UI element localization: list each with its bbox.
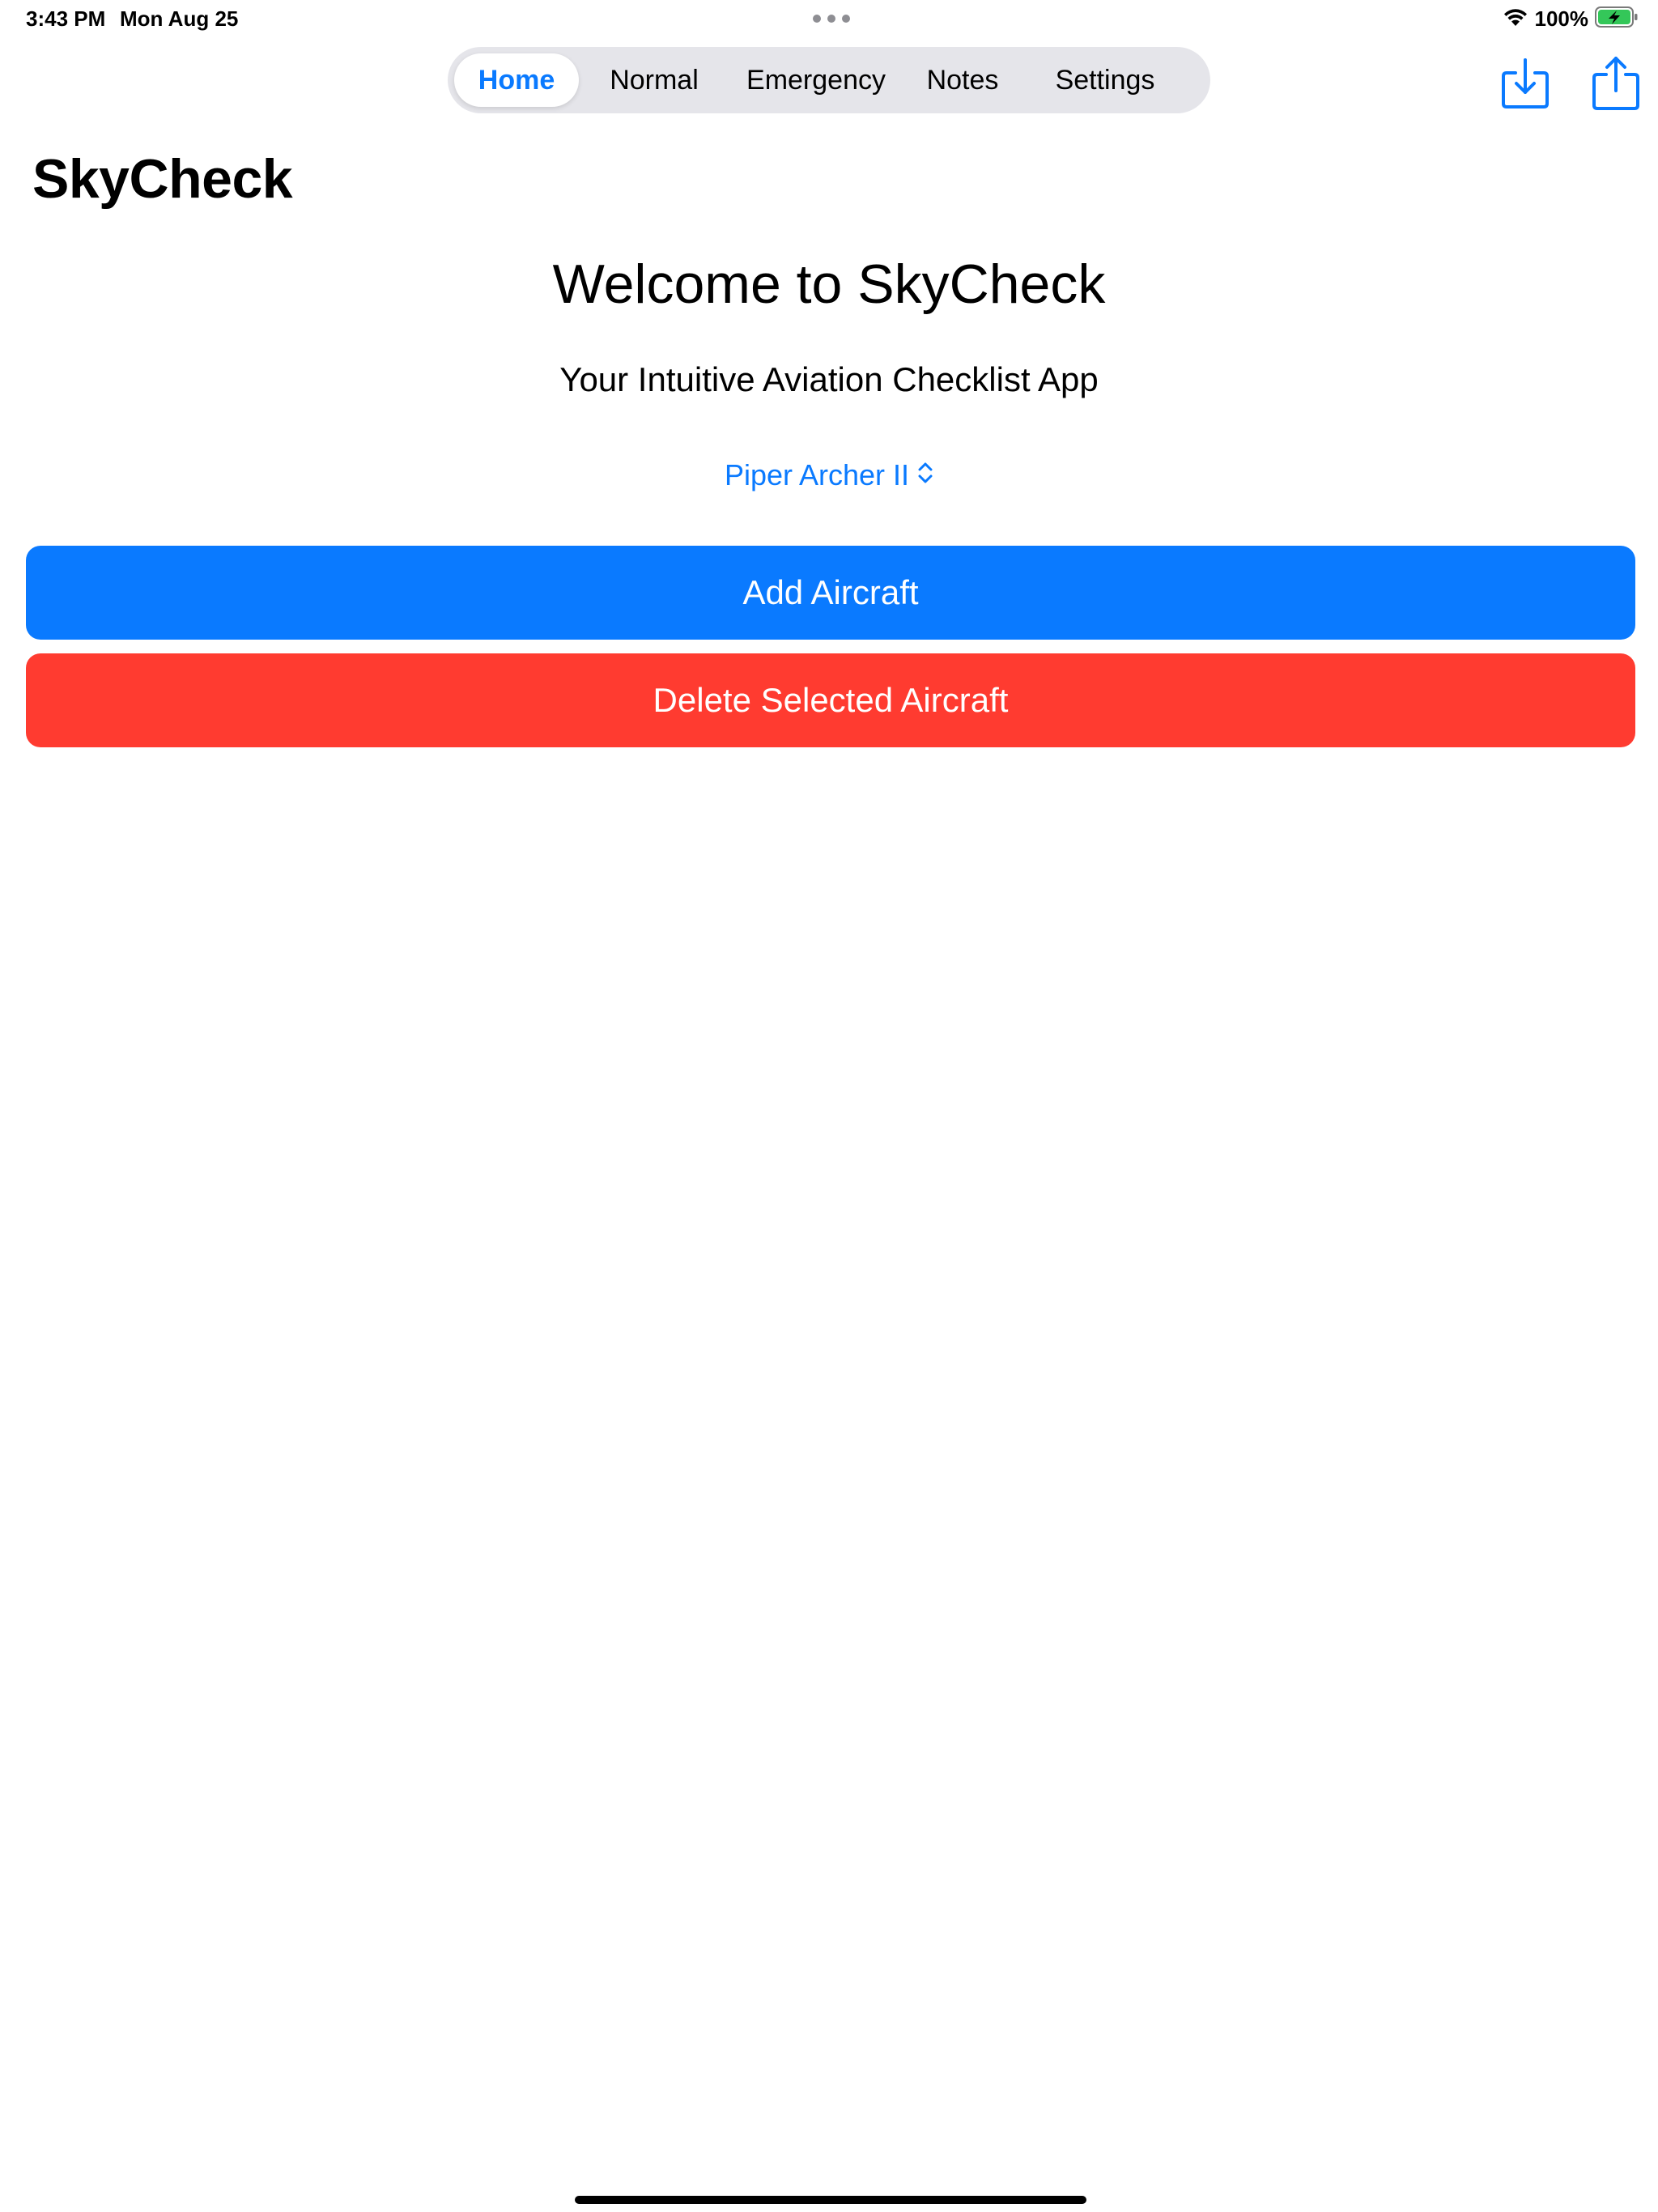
import-icon <box>1502 58 1549 108</box>
tab-settings[interactable]: Settings <box>1026 53 1184 107</box>
page-title: SkyCheck <box>32 148 293 210</box>
delete-aircraft-button[interactable]: Delete Selected Aircraft <box>26 653 1635 747</box>
home-indicator[interactable] <box>575 2196 1086 2204</box>
add-aircraft-button[interactable]: Add Aircraft <box>26 546 1635 640</box>
wifi-icon <box>1503 6 1528 32</box>
welcome-heading: Welcome to SkyCheck <box>552 253 1106 315</box>
battery-charging-icon <box>1595 6 1639 32</box>
aircraft-picker: Piper Archer II <box>0 458 1658 492</box>
chevron-up-down-icon <box>917 458 933 492</box>
import-button[interactable] <box>1499 53 1551 112</box>
aircraft-picker-value: Piper Archer II <box>724 458 910 491</box>
tab-home[interactable]: Home <box>454 53 579 107</box>
tab-notes[interactable]: Notes <box>912 53 1014 107</box>
tab-bar: Home Normal Emergency Notes Settings <box>448 47 1210 113</box>
status-date: Mon Aug 25 <box>120 6 239 31</box>
welcome-subtitle: Your Intuitive Aviation Checklist App <box>559 360 1099 398</box>
aircraft-picker-button[interactable]: Piper Archer II <box>725 458 933 492</box>
tab-emergency[interactable]: Emergency <box>731 53 901 107</box>
tab-normal[interactable]: Normal <box>592 53 716 107</box>
share-icon <box>1592 57 1639 110</box>
status-bar: 3:43 PM Mon Aug 25 100% <box>0 0 1658 39</box>
multitasking-dots-icon[interactable] <box>813 15 850 23</box>
share-button[interactable] <box>1590 53 1642 112</box>
battery-percentage: 100% <box>1534 6 1589 31</box>
status-right: 100% <box>1503 5 1639 32</box>
status-time: 3:43 PM <box>26 6 106 31</box>
